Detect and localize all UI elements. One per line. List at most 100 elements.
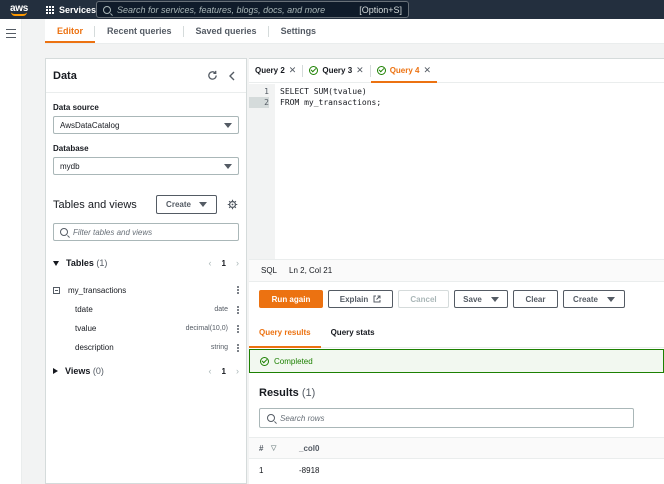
clear-button[interactable]: Clear [513, 290, 558, 308]
services-menu[interactable]: Services [38, 0, 104, 19]
filter-tables-placeholder: Filter tables and views [73, 227, 153, 237]
run-again-button[interactable]: Run again [259, 290, 323, 308]
collapse-panel-icon[interactable] [225, 69, 239, 83]
column-name: tdate [75, 305, 93, 314]
tables-views-title: Tables and views [53, 198, 137, 211]
column-header-index: # [259, 443, 264, 453]
cell-index: 1 [259, 465, 264, 475]
status-message: Completed [274, 356, 313, 366]
column-row[interactable]: description string [46, 338, 246, 357]
views-section-header[interactable]: Views (0) ‹ 1 › [46, 362, 246, 380]
line-gutter [249, 84, 275, 259]
data-source-select[interactable]: AwsDataCatalog [53, 116, 239, 134]
caret-down-icon [490, 296, 499, 302]
tab-query-results[interactable]: Query results [249, 318, 321, 348]
chevron-right-icon[interactable]: › [236, 258, 239, 268]
main-tabs: Editor Recent queries Saved queries Sett… [45, 19, 664, 44]
create-button-label: Create [166, 200, 191, 209]
table-item-my-transactions[interactable]: my_transactions [46, 281, 246, 299]
query-tabs: Query 2 ✕ Query 3 ✕ Query 4 ✕ [249, 59, 664, 83]
data-source-label: Data source [53, 103, 99, 112]
sort-icon[interactable]: ▽ [271, 444, 281, 452]
views-page-number[interactable]: 1 [222, 367, 226, 376]
database-select[interactable]: mydb [53, 157, 239, 175]
tab-recent-queries[interactable]: Recent queries [95, 19, 184, 43]
chevron-left-icon[interactable]: ‹ [209, 258, 212, 268]
refresh-icon[interactable] [205, 69, 219, 83]
filter-tables-input[interactable]: Filter tables and views [53, 223, 239, 241]
close-icon[interactable]: ✕ [289, 65, 297, 76]
success-check-icon [309, 66, 319, 75]
search-rows-input[interactable]: Search rows [259, 408, 634, 428]
explain-label: Explain [339, 294, 369, 304]
query-tab-2[interactable]: Query 2 ✕ [249, 59, 302, 83]
close-icon[interactable]: ✕ [356, 65, 364, 76]
tab-recent-queries-label: Recent queries [107, 26, 172, 36]
column-type: decimal(10,0) [185, 325, 228, 332]
collapse-icon[interactable] [53, 286, 60, 294]
results-title: Results (1) [259, 387, 316, 399]
create-button[interactable]: Create [563, 290, 625, 308]
grid-icon [46, 5, 54, 14]
data-panel: Data Data source AwsDataCatalog Database… [45, 58, 247, 484]
more-actions-icon[interactable] [236, 286, 239, 294]
tab-saved-queries-label: Saved queries [195, 26, 257, 36]
caret-down-icon [224, 122, 232, 128]
query-tab-label: Query 3 [322, 66, 353, 75]
tab-saved-queries[interactable]: Saved queries [184, 19, 269, 43]
chevron-left-icon[interactable]: ‹ [209, 366, 212, 376]
query-tab-3[interactable]: Query 3 ✕ [303, 59, 369, 83]
code-text: SELECT SUM(tvalue) [280, 87, 367, 96]
save-button[interactable]: Save [454, 290, 508, 308]
column-name: tvalue [75, 324, 97, 333]
gear-icon[interactable] [225, 198, 239, 212]
tables-section-header[interactable]: Tables (1) ‹ 1 › [46, 254, 246, 272]
more-actions-icon[interactable] [236, 343, 239, 352]
aws-logo[interactable]: aws [0, 0, 38, 19]
close-icon[interactable]: ✕ [423, 65, 431, 76]
tab-query-results-label: Query results [259, 327, 311, 337]
tab-query-stats-label: Query stats [330, 327, 375, 337]
column-row[interactable]: tvalue decimal(10,0) [46, 319, 246, 338]
clear-label: Clear [525, 294, 546, 304]
hamburger-icon[interactable] [6, 29, 16, 41]
query-tab-4[interactable]: Query 4 ✕ [370, 59, 438, 83]
search-shortcut: [Option+S] [359, 4, 402, 15]
query-tab-label: Query 2 [255, 66, 285, 75]
column-type: string [210, 344, 228, 351]
tab-editor[interactable]: Editor [45, 19, 95, 43]
chevron-right-icon[interactable]: › [236, 366, 239, 376]
tables-section-title: Tables (1) [66, 258, 108, 268]
code-line: 2 FROM my_transactions; [249, 97, 664, 108]
tab-query-stats[interactable]: Query stats [321, 318, 385, 348]
code-line: 1 SELECT SUM(tvalue) [249, 86, 664, 97]
more-actions-icon[interactable] [236, 324, 239, 333]
database-label: Database [53, 144, 89, 153]
explain-button[interactable]: Explain [328, 290, 393, 308]
tab-editor-label: Editor [57, 26, 83, 36]
success-check-icon [376, 66, 386, 75]
caret-down-icon [198, 202, 207, 207]
column-name: description [75, 343, 114, 352]
external-link-icon [373, 295, 381, 303]
caret-down-icon [53, 260, 59, 266]
cancel-button[interactable]: Cancel [398, 290, 449, 308]
column-row[interactable]: tdate date [46, 300, 246, 319]
column-header-col0[interactable]: _col0 [281, 444, 319, 453]
cell-col0: -8918 [299, 465, 320, 475]
search-icon [267, 414, 275, 422]
column-type: date [214, 306, 228, 313]
search-icon [60, 228, 68, 236]
tab-settings[interactable]: Settings [269, 19, 329, 43]
aws-smile-icon [11, 12, 27, 16]
create-table-button[interactable]: Create [156, 195, 217, 214]
tab-settings-label: Settings [280, 26, 317, 36]
services-label: Services [59, 4, 97, 15]
more-actions-icon[interactable] [236, 305, 239, 314]
side-nav-strip [0, 19, 22, 484]
global-search-input[interactable]: Search for services, features, blogs, do… [96, 1, 409, 18]
tables-page-number[interactable]: 1 [222, 259, 226, 268]
line-number: 2 [249, 97, 269, 108]
sql-editor[interactable]: 1 SELECT SUM(tvalue) 2 FROM my_transacti… [249, 84, 664, 259]
success-check-icon [260, 356, 269, 366]
